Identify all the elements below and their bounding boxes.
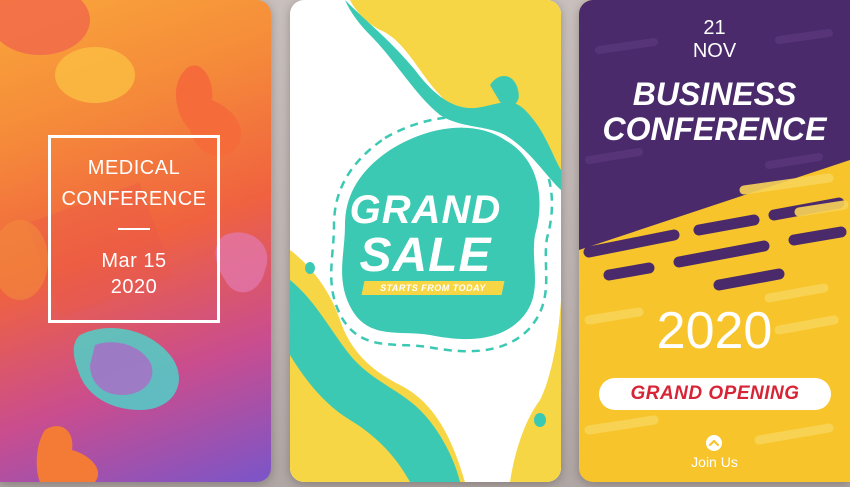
- business-title-line1: BUSINESS: [632, 76, 797, 112]
- business-year: 2020: [656, 302, 773, 360]
- join-us-link[interactable]: Join Us: [579, 454, 850, 470]
- business-day: 21: [703, 17, 726, 39]
- sale-tagline: STARTS FROM TODAY: [380, 283, 486, 293]
- grand-opening-label: GRAND OPENING: [630, 383, 800, 404]
- medical-conference-card[interactable]: MEDICAL CONFERENCE Mar 15 2020: [0, 0, 271, 482]
- business-title-line2: CONFERENCE: [602, 111, 827, 147]
- medical-title-line2: CONFERENCE: [61, 188, 207, 210]
- medical-divider: [118, 228, 150, 230]
- sale-title-line1: GRAND: [349, 188, 502, 232]
- medical-year: 2020: [110, 276, 158, 298]
- medical-date: Mar 15: [101, 250, 167, 272]
- medical-title-line1: MEDICAL: [87, 157, 181, 179]
- grand-sale-card[interactable]: GRAND SALE STARTS FROM TODAY: [290, 0, 561, 482]
- business-month: NOV: [692, 40, 737, 62]
- sale-title-line2: SALE: [359, 229, 492, 282]
- business-conference-card[interactable]: 21 NOV BUSINESS CONFERENCE 2020 GRAND OP…: [579, 0, 850, 482]
- chevron-up-circle-icon[interactable]: [706, 435, 722, 451]
